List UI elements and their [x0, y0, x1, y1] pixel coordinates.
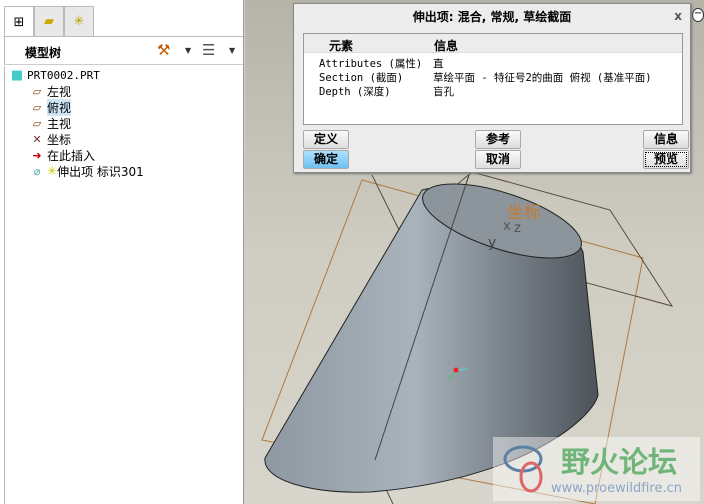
extrude-feature-dialog: 伸出项: 混合, 常规, 草绘截面 x 元素 信息 Attributes (属性…	[293, 3, 691, 173]
watermark-url: www.proewildfire.cn	[551, 481, 682, 496]
refs-button[interactable]: 参考	[475, 130, 521, 149]
watermark: 野火论坛 www.proewildfire.cn	[493, 437, 700, 501]
list-header: 元素 信息	[304, 34, 682, 53]
element-list: 元素 信息 Attributes (属性) 直 Section (截面) 草绘平面 …	[303, 33, 683, 125]
minimize-icon[interactable]: −	[692, 8, 704, 22]
column-info: 信息	[434, 39, 459, 53]
watermark-name: 野火论坛	[561, 445, 678, 479]
column-element: 元素	[329, 39, 354, 53]
info-button[interactable]: 信息	[643, 130, 689, 149]
ok-button[interactable]: 确定	[303, 150, 349, 169]
cancel-button[interactable]: 取消	[475, 150, 521, 169]
dialog-title: 伸出项: 混合, 常规, 草绘截面	[412, 10, 572, 24]
define-button[interactable]: 定义	[303, 130, 349, 149]
axis-label-z: z	[514, 221, 521, 236]
watermark-logo	[503, 445, 543, 493]
preview-button[interactable]: 预览	[643, 150, 689, 169]
csys-label: 坐标	[507, 203, 541, 223]
axis-label-y: y	[488, 235, 496, 251]
close-icon[interactable]: x	[674, 9, 682, 23]
